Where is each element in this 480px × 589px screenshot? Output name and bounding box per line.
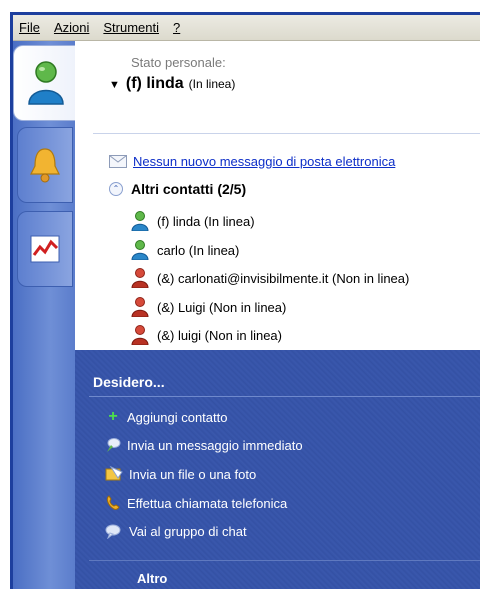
contact-pane: Stato personale: ▼ (f) linda (In linea) …: [75, 41, 480, 350]
online-buddy-icon: [131, 240, 149, 260]
contact-item[interactable]: (&) luigi (Non in linea): [131, 325, 282, 345]
offline-buddy-icon: [131, 325, 149, 345]
contact-name: (&) Luigi (Non in linea): [157, 299, 287, 315]
dropdown-arrow-icon: ▼: [109, 79, 120, 91]
contact-name: (f) linda (In linea): [157, 213, 255, 229]
task-label: Effettua chiamata telefonica: [127, 495, 288, 511]
status-selector[interactable]: ▼ (f) linda (In linea): [109, 75, 235, 93]
phone-icon: [106, 495, 120, 510]
contact-name: carlo (In linea): [157, 242, 240, 258]
file-photo-icon: [105, 466, 123, 481]
message-icon: [107, 438, 121, 452]
menu-strumenti[interactable]: Strumenti: [103, 20, 159, 35]
contact-item[interactable]: (&) carlonati@invisibilmente.it (Non in …: [131, 268, 409, 288]
bell-icon: [30, 148, 60, 183]
status-label: Stato personale:: [131, 55, 226, 70]
mail-row: Nessun nuovo messaggio di posta elettron…: [109, 154, 395, 169]
tasks-panel: Desidero... + Aggiungi contatto Invia un…: [75, 350, 480, 589]
chat-group-icon: [105, 524, 121, 539]
task-send-message[interactable]: Invia un messaggio immediato: [105, 437, 303, 453]
online-buddy-icon: [131, 211, 149, 231]
task-chat-group[interactable]: Vai al gruppo di chat: [105, 523, 247, 539]
offline-buddy-icon: [131, 297, 149, 317]
menu-azioni[interactable]: Azioni: [54, 20, 89, 35]
status-name: (f) linda: [125, 75, 184, 92]
task-phone-call[interactable]: Effettua chiamata telefonica: [105, 495, 287, 511]
messenger-window: File Azioni Strumenti ? Stato personale:…: [10, 12, 480, 589]
contact-name: (&) carlonati@invisibilmente.it (Non in …: [157, 270, 410, 286]
msn-money-icon: [30, 235, 60, 263]
divider: [89, 396, 480, 397]
divider: [93, 133, 480, 134]
contact-item[interactable]: (f) linda (In linea): [131, 211, 255, 231]
tab-money[interactable]: [17, 211, 73, 287]
plus-icon: +: [108, 408, 118, 425]
envelope-icon: [109, 155, 127, 168]
collapse-icon[interactable]: ⌃: [109, 182, 123, 196]
task-label: Invia un file o una foto: [129, 466, 257, 482]
messenger-buddy-icon: [27, 61, 64, 105]
group-title: Altri contatti (2/5): [131, 181, 247, 197]
divider: [89, 560, 480, 561]
tasks-title: Desidero...: [93, 374, 165, 390]
menu-bar: File Azioni Strumenti ?: [13, 15, 480, 41]
group-header[interactable]: ⌃ Altri contatti (2/5): [109, 181, 246, 197]
tab-strip: [13, 41, 77, 589]
task-label: Invia un messaggio immediato: [127, 437, 303, 453]
task-label: Aggiungi contatto: [127, 409, 228, 425]
contact-name: (&) luigi (Non in linea): [157, 327, 282, 343]
menu-file[interactable]: File: [19, 20, 40, 35]
task-label: Vai al gruppo di chat: [129, 523, 247, 539]
task-add-contact[interactable]: + Aggiungi contatto: [105, 408, 227, 426]
task-send-file[interactable]: Invia un file o una foto: [105, 466, 256, 482]
more-section-title[interactable]: Altro: [137, 571, 167, 586]
menu-help[interactable]: ?: [173, 20, 180, 35]
tab-contacts[interactable]: [13, 45, 77, 121]
contact-item[interactable]: (&) Luigi (Non in linea): [131, 297, 286, 317]
status-state: (In linea): [188, 77, 236, 91]
offline-buddy-icon: [131, 268, 149, 288]
tab-alerts[interactable]: [17, 127, 73, 203]
contact-item[interactable]: carlo (In linea): [131, 240, 239, 260]
mail-link[interactable]: Nessun nuovo messaggio di posta elettron…: [133, 154, 395, 169]
